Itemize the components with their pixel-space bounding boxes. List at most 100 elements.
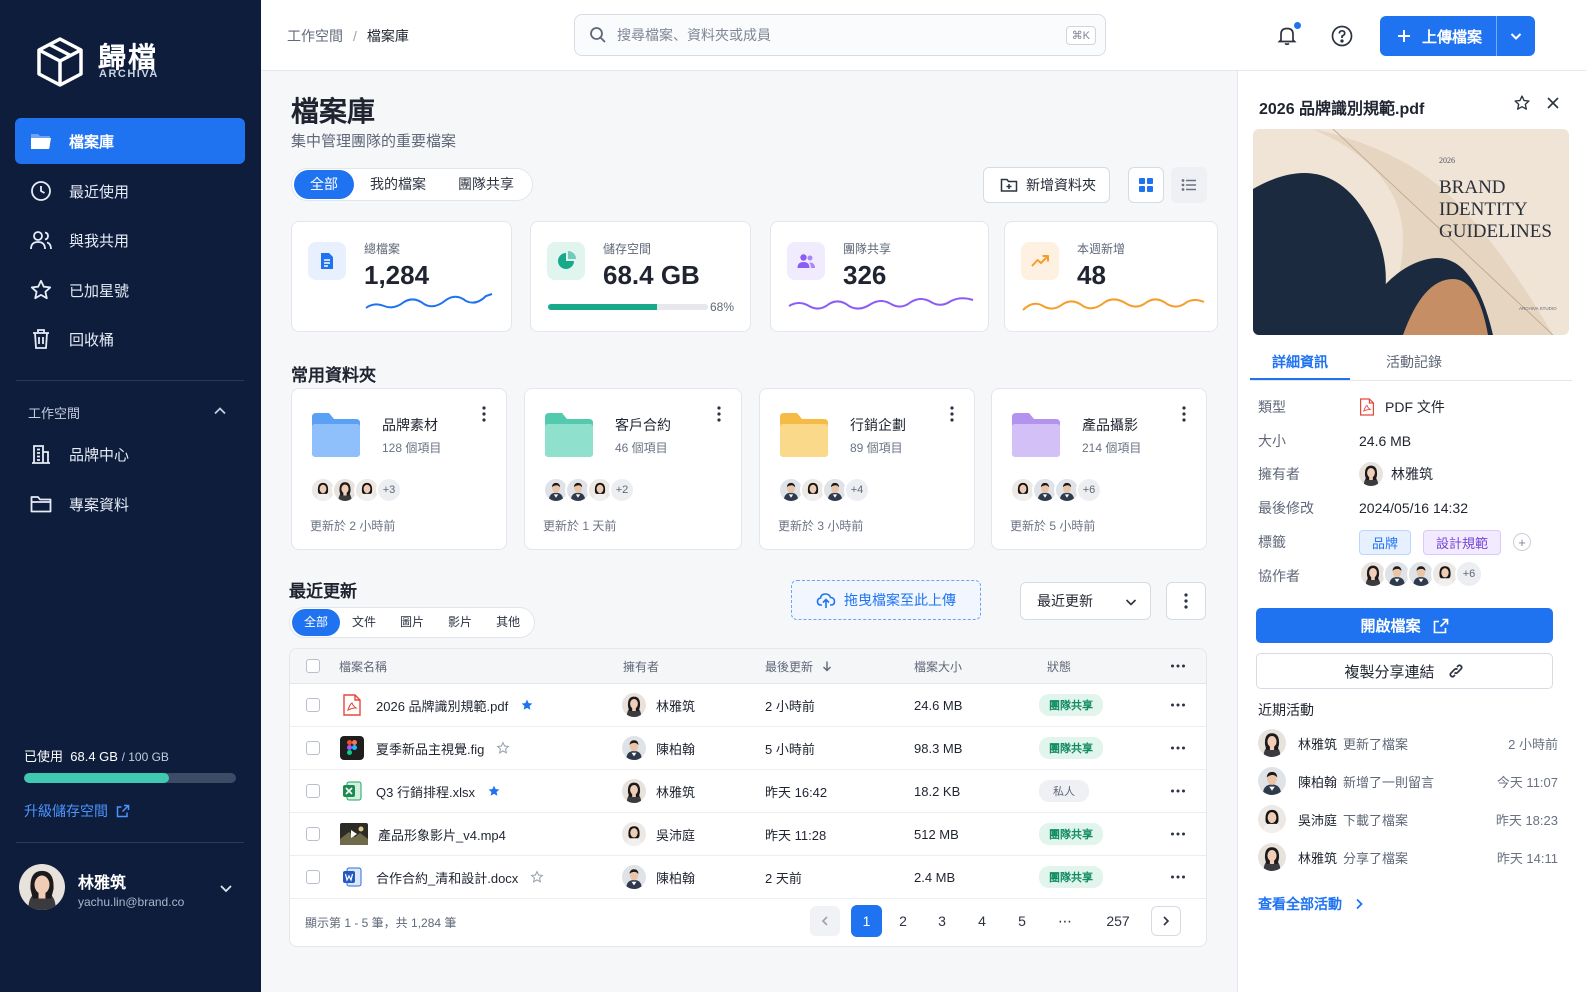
tab-details[interactable]: 詳細資訊 — [1272, 352, 1328, 372]
row-checkbox[interactable] — [306, 827, 320, 841]
star-outline-icon[interactable] — [530, 870, 544, 884]
page-button[interactable]: 257 — [1098, 906, 1138, 936]
column-header-updated[interactable]: 最後更新 — [765, 649, 833, 683]
more-vertical-icon[interactable] — [944, 405, 960, 423]
star-outline-icon[interactable] — [496, 741, 510, 755]
column-header-owner[interactable]: 擁有者 — [623, 649, 659, 683]
page-button[interactable]: 2 — [888, 906, 918, 936]
star-filled-icon[interactable] — [487, 784, 501, 798]
prev-page-button[interactable] — [810, 906, 840, 936]
file-name[interactable]: Q3 行銷排程.xlsx — [376, 782, 475, 801]
owner-cell: 林雅筑 — [622, 684, 695, 726]
row-checkbox[interactable] — [306, 784, 320, 798]
file-name[interactable]: 產品形象影片_v4.mp4 — [378, 825, 506, 844]
tab-activity-log[interactable]: 活動記錄 — [1386, 352, 1442, 372]
star-outline-icon[interactable] — [1513, 94, 1531, 112]
more-vertical-icon[interactable] — [711, 405, 727, 423]
tab-all[interactable]: 全部 — [294, 170, 354, 199]
status-cell: 團隊共享 — [1039, 727, 1103, 769]
search-bar[interactable]: ⌘K — [574, 14, 1106, 56]
column-header-name[interactable]: 檔案名稱 — [339, 649, 387, 683]
tab-team-shared[interactable]: 團隊共享 — [442, 170, 530, 199]
grid-view-toggle[interactable] — [1128, 167, 1164, 203]
select-all-checkbox[interactable] — [306, 659, 320, 673]
workspace-item-brand-center[interactable]: 品牌中心 — [15, 431, 245, 477]
more-horizontal-icon[interactable] — [1170, 869, 1186, 885]
tag-badge[interactable]: 設計規範 — [1423, 529, 1502, 555]
more-options-button[interactable] — [1166, 582, 1206, 620]
sort-select[interactable]: 最近更新 — [1020, 582, 1151, 620]
page-button[interactable]: 1 — [851, 905, 882, 937]
tab-type-all[interactable]: 全部 — [292, 609, 341, 636]
file-name[interactable]: 2026 品牌識別規範.pdf — [376, 696, 508, 715]
folder-card-client-contracts[interactable]: 客戶合約 46 個項目 +2 更新於 1 天前 — [524, 388, 742, 550]
column-header-size[interactable]: 檔案大小 — [914, 649, 962, 683]
breadcrumb-workspace[interactable]: 工作空間 — [287, 28, 343, 44]
next-page-button[interactable] — [1151, 906, 1181, 936]
page-button[interactable]: 4 — [967, 906, 997, 936]
tab-type-images[interactable]: 圖片 — [388, 609, 436, 636]
table-row[interactable]: 2026 品牌識別規範.pdf 林雅筑 2 小時前 24.6 MB 團隊共享 — [290, 684, 1206, 727]
workspace-item-project-data[interactable]: 專案資料 — [15, 481, 245, 527]
upload-dropzone[interactable]: 拖曳檔案至此上傳 — [791, 580, 981, 620]
more-vertical-icon[interactable] — [1176, 405, 1192, 423]
size-cell: 2.4 MB — [914, 869, 956, 885]
more-horizontal-icon[interactable] — [1170, 783, 1186, 799]
folder-card-brand-assets[interactable]: 品牌素材 128 個項目 +3 更新於 2 小時前 — [291, 388, 507, 550]
tab-type-other[interactable]: 其他 — [484, 609, 532, 636]
tab-type-documents[interactable]: 文件 — [340, 609, 388, 636]
chevron-down-icon[interactable] — [218, 880, 234, 896]
upload-dropdown[interactable] — [1497, 29, 1535, 43]
page-button[interactable]: 3 — [927, 906, 957, 936]
add-tag-button[interactable]: + — [1513, 533, 1532, 551]
list-icon — [1181, 179, 1196, 191]
nav-item-library[interactable]: 檔案庫 — [15, 118, 245, 164]
search-input[interactable] — [617, 27, 1037, 43]
folder-updated: 更新於 3 小時前 — [778, 519, 864, 533]
folder-card-marketing-plans[interactable]: 行銷企劃 89 個項目 +4 更新於 3 小時前 — [759, 388, 975, 550]
column-header-status[interactable]: 狀態 — [1047, 649, 1071, 683]
nav-item-trash[interactable]: 回收桶 — [15, 316, 245, 362]
chevron-up-icon[interactable] — [212, 403, 228, 419]
nav-item-recent[interactable]: 最近使用 — [15, 168, 245, 214]
tab-type-videos[interactable]: 影片 — [436, 609, 484, 636]
nav-label: 最近使用 — [69, 183, 130, 201]
new-folder-button[interactable]: 新增資料夾 — [983, 167, 1110, 203]
list-view-toggle[interactable] — [1171, 167, 1207, 203]
page-button[interactable]: 5 — [1007, 906, 1037, 936]
building-icon — [32, 445, 50, 464]
row-checkbox[interactable] — [306, 698, 320, 712]
file-preview[interactable]: 2026 BRAND IDENTITY GUIDELINES ARCHIVA S… — [1253, 129, 1569, 335]
row-checkbox[interactable] — [306, 741, 320, 755]
more-horizontal-icon[interactable] — [1170, 740, 1186, 756]
tag-badge[interactable]: 品牌 — [1359, 529, 1412, 555]
upload-main[interactable]: 上傳檔案 — [1380, 16, 1497, 56]
more-vertical-icon[interactable] — [476, 405, 492, 423]
nav-item-starred[interactable]: 已加星號 — [15, 267, 245, 313]
view-all-activity-link[interactable]: 查看全部活動 — [1258, 894, 1366, 914]
row-checkbox-cell — [306, 813, 320, 855]
table-row[interactable]: 夏季新品主視覺.fig 陳柏翰 5 小時前 98.3 MB 團隊共享 — [290, 727, 1206, 770]
file-name[interactable]: 合作合約_清和設計.docx — [376, 868, 518, 887]
help-icon[interactable] — [1330, 24, 1354, 48]
open-file-button[interactable]: 開啟檔案 — [1256, 608, 1553, 643]
copy-share-link-button[interactable]: 複製分享連結 — [1256, 653, 1553, 689]
stat-value: 326 — [843, 260, 887, 290]
file-name[interactable]: 夏季新品主視覺.fig — [376, 739, 484, 758]
folder-card-product-photos[interactable]: 產品攝影 214 個項目 +6 更新於 5 小時前 — [991, 388, 1207, 550]
upgrade-storage-link[interactable]: 升級儲存空間 — [24, 801, 130, 821]
table-row[interactable]: 產品形象影片_v4.mp4 吳沛庭 昨天 11:28 512 MB 團隊共享 — [290, 813, 1206, 856]
more-horizontal-icon[interactable] — [1170, 658, 1186, 674]
table-row[interactable]: Q3 行銷排程.xlsx 林雅筑 昨天 16:42 18.2 KB 私人 — [290, 770, 1206, 813]
close-icon[interactable] — [1545, 95, 1561, 111]
tab-my-files[interactable]: 我的檔案 — [354, 170, 442, 199]
row-checkbox[interactable] — [306, 870, 320, 884]
upload-button[interactable]: 上傳檔案 — [1380, 16, 1535, 56]
user-avatar[interactable] — [19, 864, 65, 910]
table-row[interactable]: 合作合約_清和設計.docx 陳柏翰 2 天前 2.4 MB 團隊共享 — [290, 856, 1206, 899]
more-horizontal-icon[interactable] — [1170, 826, 1186, 842]
star-filled-icon[interactable] — [520, 698, 534, 712]
more-horizontal-icon[interactable] — [1170, 697, 1186, 713]
size-cell: 18.2 KB — [914, 783, 961, 799]
nav-item-shared[interactable]: 與我共用 — [15, 217, 245, 263]
